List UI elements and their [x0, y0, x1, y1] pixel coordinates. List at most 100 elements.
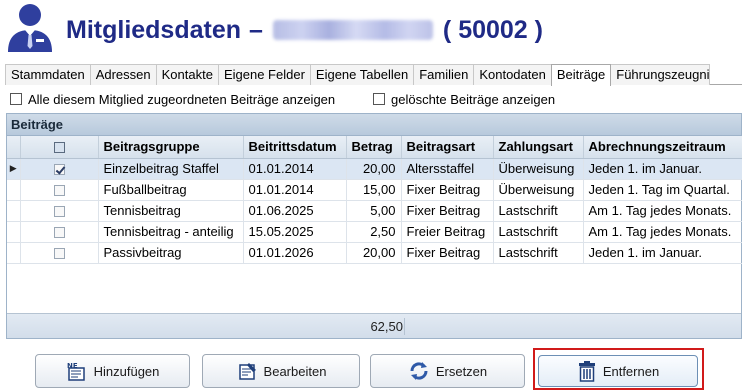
- tab-beitraege[interactable]: Beiträge: [550, 64, 612, 86]
- col-beitrittsdatum[interactable]: Beitrittsdatum: [243, 136, 347, 159]
- cell-datum: 01.06.2025: [243, 200, 347, 222]
- table-row[interactable]: ▶ Einzelbeitrag Staffel 01.01.2014 20,00…: [7, 158, 742, 180]
- row-checkbox-cell[interactable]: [20, 221, 99, 243]
- cell-zeitraum: Am 1. Tag jedes Monats.: [583, 221, 742, 243]
- total-betrag: 62,50: [370, 319, 403, 334]
- cell-betrag: 5,00: [346, 200, 402, 222]
- tab-bar: Stammdaten Adressen Kontakte Eigene Feld…: [5, 64, 742, 86]
- row-checkbox[interactable]: [53, 248, 65, 260]
- add-button-label: Hinzufügen: [93, 363, 160, 379]
- tab-adressen[interactable]: Adressen: [89, 64, 157, 85]
- cell-betrag: 15,00: [346, 179, 402, 201]
- col-beitragsart[interactable]: Beitragsart: [401, 136, 494, 159]
- cell-zahlung: Lastschrift: [493, 221, 584, 243]
- tab-kontodaten[interactable]: Kontodaten: [473, 64, 552, 85]
- show-all-checkbox[interactable]: [10, 93, 22, 105]
- cell-zahlung: Überweisung: [493, 158, 584, 180]
- tab-eigene-felder[interactable]: Eigene Felder: [217, 64, 311, 85]
- cell-gruppe: Einzelbeitrag Staffel: [98, 158, 244, 180]
- cell-art: Fixer Beitrag: [401, 179, 494, 201]
- header: Mitgliedsdaten – ( 50002 ): [0, 0, 742, 60]
- panel-title: Beiträge: [7, 114, 741, 136]
- remove-button-highlight: [533, 348, 704, 390]
- cell-art: Fixer Beitrag: [401, 200, 494, 222]
- replace-button-label: Ersetzen: [435, 363, 488, 379]
- tab-stammdaten[interactable]: Stammdaten: [5, 64, 91, 85]
- page-title: Mitgliedsdaten – ( 50002 ): [66, 12, 543, 48]
- edit-button[interactable]: Bearbeiten: [202, 354, 360, 388]
- row-indicator: [7, 200, 21, 222]
- cell-zeitraum: Jeden 1. im Januar.: [583, 242, 742, 264]
- row-checkbox[interactable]: [53, 185, 65, 197]
- cell-zahlung: Lastschrift: [493, 242, 584, 264]
- cell-datum: 01.01.2026: [243, 242, 347, 264]
- edit-document-icon: [238, 363, 256, 380]
- replace-button[interactable]: Ersetzen: [370, 354, 525, 388]
- cell-art: Freier Beitrag: [401, 221, 494, 243]
- refresh-icon: [410, 362, 428, 380]
- summary-footer: 62,50: [7, 313, 741, 338]
- row-indicator: [7, 221, 21, 243]
- tab-fuehrungszeugnis[interactable]: Führungszeugni: [610, 64, 711, 85]
- beitraege-panel: Beiträge Beitragsgruppe Beitrittsdatum B…: [6, 113, 742, 339]
- add-document-icon: NE: [67, 362, 85, 381]
- row-checkbox-cell[interactable]: [20, 242, 99, 264]
- cell-gruppe: Fußballbeitrag: [98, 179, 244, 201]
- cell-gruppe: Tennisbeitrag - anteilig: [98, 221, 244, 243]
- table-header-row: Beitragsgruppe Beitrittsdatum Betrag Bei…: [7, 136, 742, 159]
- select-all-checkbox[interactable]: [53, 142, 65, 154]
- cell-datum: 15.05.2025: [243, 221, 347, 243]
- col-betrag[interactable]: Betrag: [346, 136, 402, 159]
- tab-kontakte[interactable]: Kontakte: [155, 64, 219, 85]
- cell-zahlung: Lastschrift: [493, 200, 584, 222]
- cell-zeitraum: Jeden 1. im Januar.: [583, 158, 742, 180]
- title-dash: –: [249, 15, 263, 44]
- col-beitragsgruppe[interactable]: Beitragsgruppe: [98, 136, 244, 159]
- row-checkbox-cell[interactable]: [20, 179, 99, 201]
- show-all-option[interactable]: Alle diesem Mitglied zugeordneten Beiträ…: [10, 90, 335, 108]
- cell-betrag: 20,00: [346, 242, 402, 264]
- add-button[interactable]: NE Hinzufügen: [35, 354, 190, 388]
- footer-divider: [404, 318, 405, 335]
- row-indicator-header: [7, 136, 21, 159]
- member-id: ( 50002 ): [442, 15, 543, 44]
- cell-art: Altersstaffel: [401, 158, 494, 180]
- cell-betrag: 2,50: [346, 221, 402, 243]
- edit-button-label: Bearbeiten: [263, 363, 327, 379]
- beitraege-table: Beitragsgruppe Beitrittsdatum Betrag Bei…: [7, 136, 742, 264]
- tab-familien[interactable]: Familien: [413, 64, 475, 85]
- col-zahlungsart[interactable]: Zahlungsart: [493, 136, 584, 159]
- table-row[interactable]: Tennisbeitrag 01.06.2025 5,00 Fixer Beit…: [7, 200, 742, 222]
- cell-zeitraum: Am 1. Tag jedes Monats.: [583, 200, 742, 222]
- table-row[interactable]: Fußballbeitrag 01.01.2014 15,00 Fixer Be…: [7, 179, 742, 201]
- cell-zeitraum: Jeden 1. Tag im Quartal.: [583, 179, 742, 201]
- row-checkbox[interactable]: [53, 227, 65, 239]
- col-abrechnungszeitraum[interactable]: Abrechnungszeitraum: [583, 136, 742, 159]
- current-row-indicator-icon: ▶: [7, 158, 21, 180]
- cell-gruppe: Tennisbeitrag: [98, 200, 244, 222]
- blurred-member-name: [272, 20, 433, 40]
- cell-art: Fixer Beitrag: [401, 242, 494, 264]
- table-row[interactable]: Tennisbeitrag - anteilig 15.05.2025 2,50…: [7, 221, 742, 243]
- row-checkbox-cell[interactable]: [20, 200, 99, 222]
- cell-gruppe: Passivbeitrag: [98, 242, 244, 264]
- row-indicator: [7, 242, 21, 264]
- title-text: Mitgliedsdaten: [66, 15, 242, 44]
- svg-text:NE: NE: [67, 362, 78, 370]
- row-checkbox[interactable]: [53, 206, 65, 218]
- user-suit-icon: [8, 4, 52, 52]
- cell-zahlung: Überweisung: [493, 179, 584, 201]
- cell-betrag: 20,00: [346, 158, 402, 180]
- show-deleted-checkbox[interactable]: [373, 93, 385, 105]
- select-all-header[interactable]: [20, 136, 99, 159]
- row-checkbox-cell[interactable]: [20, 158, 99, 180]
- tab-eigene-tabellen[interactable]: Eigene Tabellen: [309, 64, 415, 85]
- row-checkbox[interactable]: [53, 164, 65, 176]
- cell-datum: 01.01.2014: [243, 158, 347, 180]
- show-all-label: Alle diesem Mitglied zugeordneten Beiträ…: [28, 91, 336, 107]
- table-row[interactable]: Passivbeitrag 01.01.2026 20,00 Fixer Bei…: [7, 242, 742, 264]
- row-indicator: [7, 179, 21, 201]
- cell-datum: 01.01.2014: [243, 179, 347, 201]
- show-deleted-label: gelöschte Beiträge anzeigen: [391, 91, 556, 107]
- show-deleted-option[interactable]: gelöschte Beiträge anzeigen: [373, 90, 555, 108]
